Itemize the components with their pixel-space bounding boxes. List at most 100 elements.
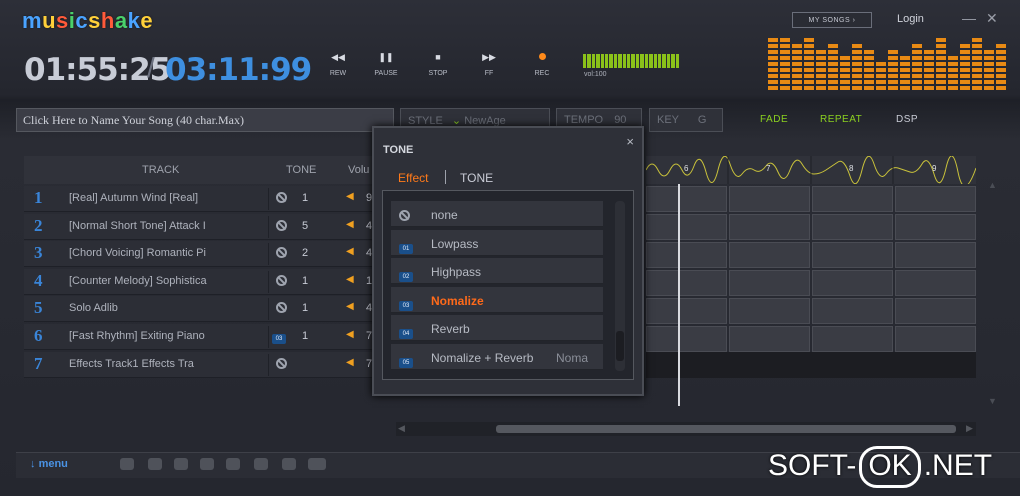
scroll-up-icon[interactable]: ▲: [988, 180, 997, 190]
track-name[interactable]: [Real] Autumn Wind [Real]: [69, 192, 244, 204]
effect-option[interactable]: 02 Highpass: [391, 258, 603, 285]
my-songs-button[interactable]: MY SONGS ›: [792, 12, 872, 28]
grid-cell[interactable]: [895, 242, 976, 268]
close-icon[interactable]: ✕: [986, 10, 998, 27]
grid-cell[interactable]: [812, 326, 893, 352]
musicshake-window: musicshake MY SONGS › Login — ✕ 01:55:25…: [0, 0, 1020, 496]
speaker-icon[interactable]: ◀: [346, 301, 354, 312]
key-field[interactable]: KEY G: [649, 108, 723, 132]
grid-cell[interactable]: [895, 270, 976, 296]
menu-button[interactable]: ↓ menu: [30, 458, 68, 470]
horizontal-scroll-thumb[interactable]: [496, 425, 956, 433]
track-name[interactable]: Effects Track1 Effects Tra: [69, 358, 244, 370]
minimize-icon[interactable]: —: [962, 10, 976, 26]
grid-cell[interactable]: [729, 186, 810, 212]
repeat-toggle[interactable]: REPEAT: [820, 114, 862, 125]
track-row[interactable]: 3 [Chord Voicing] Romantic Pi 2 ◀ 4: [24, 241, 400, 268]
effect-option[interactable]: 01 Lowpass: [391, 229, 603, 256]
login-button[interactable]: Login: [897, 13, 924, 25]
toolbar-tool-3-icon[interactable]: [174, 458, 188, 470]
pause-button[interactable]: ❚❚ PAUSE: [366, 52, 406, 77]
speaker-icon[interactable]: ◀: [346, 329, 354, 340]
track-row[interactable]: 4 [Counter Melody] Sophistica 1 ◀ 1: [24, 268, 400, 295]
effect-option[interactable]: none: [391, 201, 603, 227]
toolbar-tool-2-icon[interactable]: [148, 458, 162, 470]
scroll-right-icon[interactable]: ▶: [966, 423, 973, 434]
grid-cell[interactable]: [895, 186, 976, 212]
effect-badge-icon[interactable]: 03: [272, 331, 286, 344]
grid-cell[interactable]: [812, 270, 893, 296]
effect-option[interactable]: 03 Nomalize: [391, 286, 603, 313]
grid-cell[interactable]: [646, 214, 727, 240]
dsp-toggle[interactable]: DSP: [896, 114, 918, 125]
time-separator: /: [147, 52, 155, 83]
speaker-icon[interactable]: ◀: [346, 219, 354, 230]
fade-toggle[interactable]: FADE: [760, 114, 788, 125]
grid-cell[interactable]: [646, 326, 727, 352]
grid-cell[interactable]: [729, 214, 810, 240]
toolbar-tool-4-icon[interactable]: [200, 458, 214, 470]
toolbar-tool-1-icon[interactable]: [120, 458, 134, 470]
no-tone-icon[interactable]: [276, 247, 287, 261]
toolbar-tool-5-icon[interactable]: [226, 458, 240, 470]
fast-forward-button[interactable]: ▶▶ FF: [469, 52, 509, 77]
no-tone-icon[interactable]: [276, 219, 287, 234]
grid-cell[interactable]: [729, 242, 810, 268]
toolbar-tool-6-icon[interactable]: [254, 458, 268, 470]
volume-slider[interactable]: [583, 54, 679, 68]
vertical-scrollbar[interactable]: ▲ ▼: [984, 180, 1000, 410]
grid-cell[interactable]: [895, 214, 976, 240]
effect-list-scroll-thumb[interactable]: [616, 331, 624, 361]
toolbar-tool-7-icon[interactable]: [282, 458, 296, 470]
no-tone-icon[interactable]: [276, 274, 287, 289]
grid-cell[interactable]: [812, 214, 893, 240]
grid-cell[interactable]: [646, 242, 727, 268]
track-row[interactable]: 6 [Fast Rhythm] Exiting Piano 03 1 ◀ 7: [24, 324, 400, 350]
speaker-icon[interactable]: ◀: [346, 357, 354, 368]
track-row[interactable]: 1 [Real] Autumn Wind [Real] 1 ◀ 9: [24, 186, 400, 212]
grid-cell[interactable]: [812, 242, 893, 268]
song-name-input[interactable]: Click Here to Name Your Song (40 char.Ma…: [16, 108, 394, 132]
no-tone-icon[interactable]: [276, 357, 287, 372]
track-name[interactable]: [Counter Melody] Sophistica: [69, 275, 244, 287]
track-row[interactable]: 5 Solo Adlib 1 ◀ 4: [24, 296, 400, 323]
effect-option[interactable]: 04 Reverb: [391, 315, 603, 342]
grid-cell[interactable]: [729, 270, 810, 296]
grid-cell[interactable]: [812, 186, 893, 212]
scroll-left-icon[interactable]: ◀: [398, 423, 405, 434]
grid-cell[interactable]: [729, 298, 810, 324]
grid-cell[interactable]: [646, 270, 727, 296]
track-row[interactable]: 2 [Normal Short Tone] Attack I 5 ◀ 4: [24, 213, 400, 240]
record-button[interactable]: REC: [522, 52, 562, 77]
effect-list-scrollbar[interactable]: [615, 201, 625, 371]
no-tone-icon[interactable]: [276, 302, 287, 316]
close-icon[interactable]: ×: [626, 134, 634, 149]
sequencer-grid[interactable]: [646, 186, 976, 352]
horizontal-scrollbar[interactable]: ◀ ▶: [396, 422, 976, 436]
grid-cell[interactable]: [729, 326, 810, 352]
track-name[interactable]: [Chord Voicing] Romantic Pi: [69, 247, 244, 259]
grid-cell[interactable]: [812, 298, 893, 324]
scroll-down-icon[interactable]: ▼: [988, 396, 997, 406]
tab-tone[interactable]: TONE: [460, 171, 493, 185]
volume-segment: [631, 54, 635, 68]
tab-effect[interactable]: Effect: [398, 171, 428, 185]
no-tone-icon[interactable]: [276, 192, 287, 206]
effects-lane[interactable]: [646, 352, 976, 378]
track-name[interactable]: [Fast Rhythm] Exiting Piano: [69, 330, 244, 342]
grid-cell[interactable]: [646, 186, 727, 212]
effect-option[interactable]: 05 Nomalize + Reverb Noma: [391, 344, 603, 370]
stop-button[interactable]: ■ STOP: [418, 52, 458, 77]
track-name[interactable]: [Normal Short Tone] Attack I: [69, 220, 244, 232]
speaker-icon[interactable]: ◀: [346, 274, 354, 285]
grid-cell[interactable]: [646, 298, 727, 324]
track-name[interactable]: Solo Adlib: [69, 302, 244, 314]
speaker-icon[interactable]: ◀: [346, 246, 354, 257]
grid-cell[interactable]: [895, 298, 976, 324]
rewind-button[interactable]: ◀◀ REW: [318, 52, 358, 77]
grid-cell[interactable]: [895, 326, 976, 352]
playhead[interactable]: [678, 184, 680, 406]
speaker-icon[interactable]: ◀: [346, 191, 354, 202]
toolbar-tool-8-icon[interactable]: [308, 458, 326, 470]
track-row[interactable]: 7 Effects Track1 Effects Tra ◀ 7: [24, 351, 400, 378]
